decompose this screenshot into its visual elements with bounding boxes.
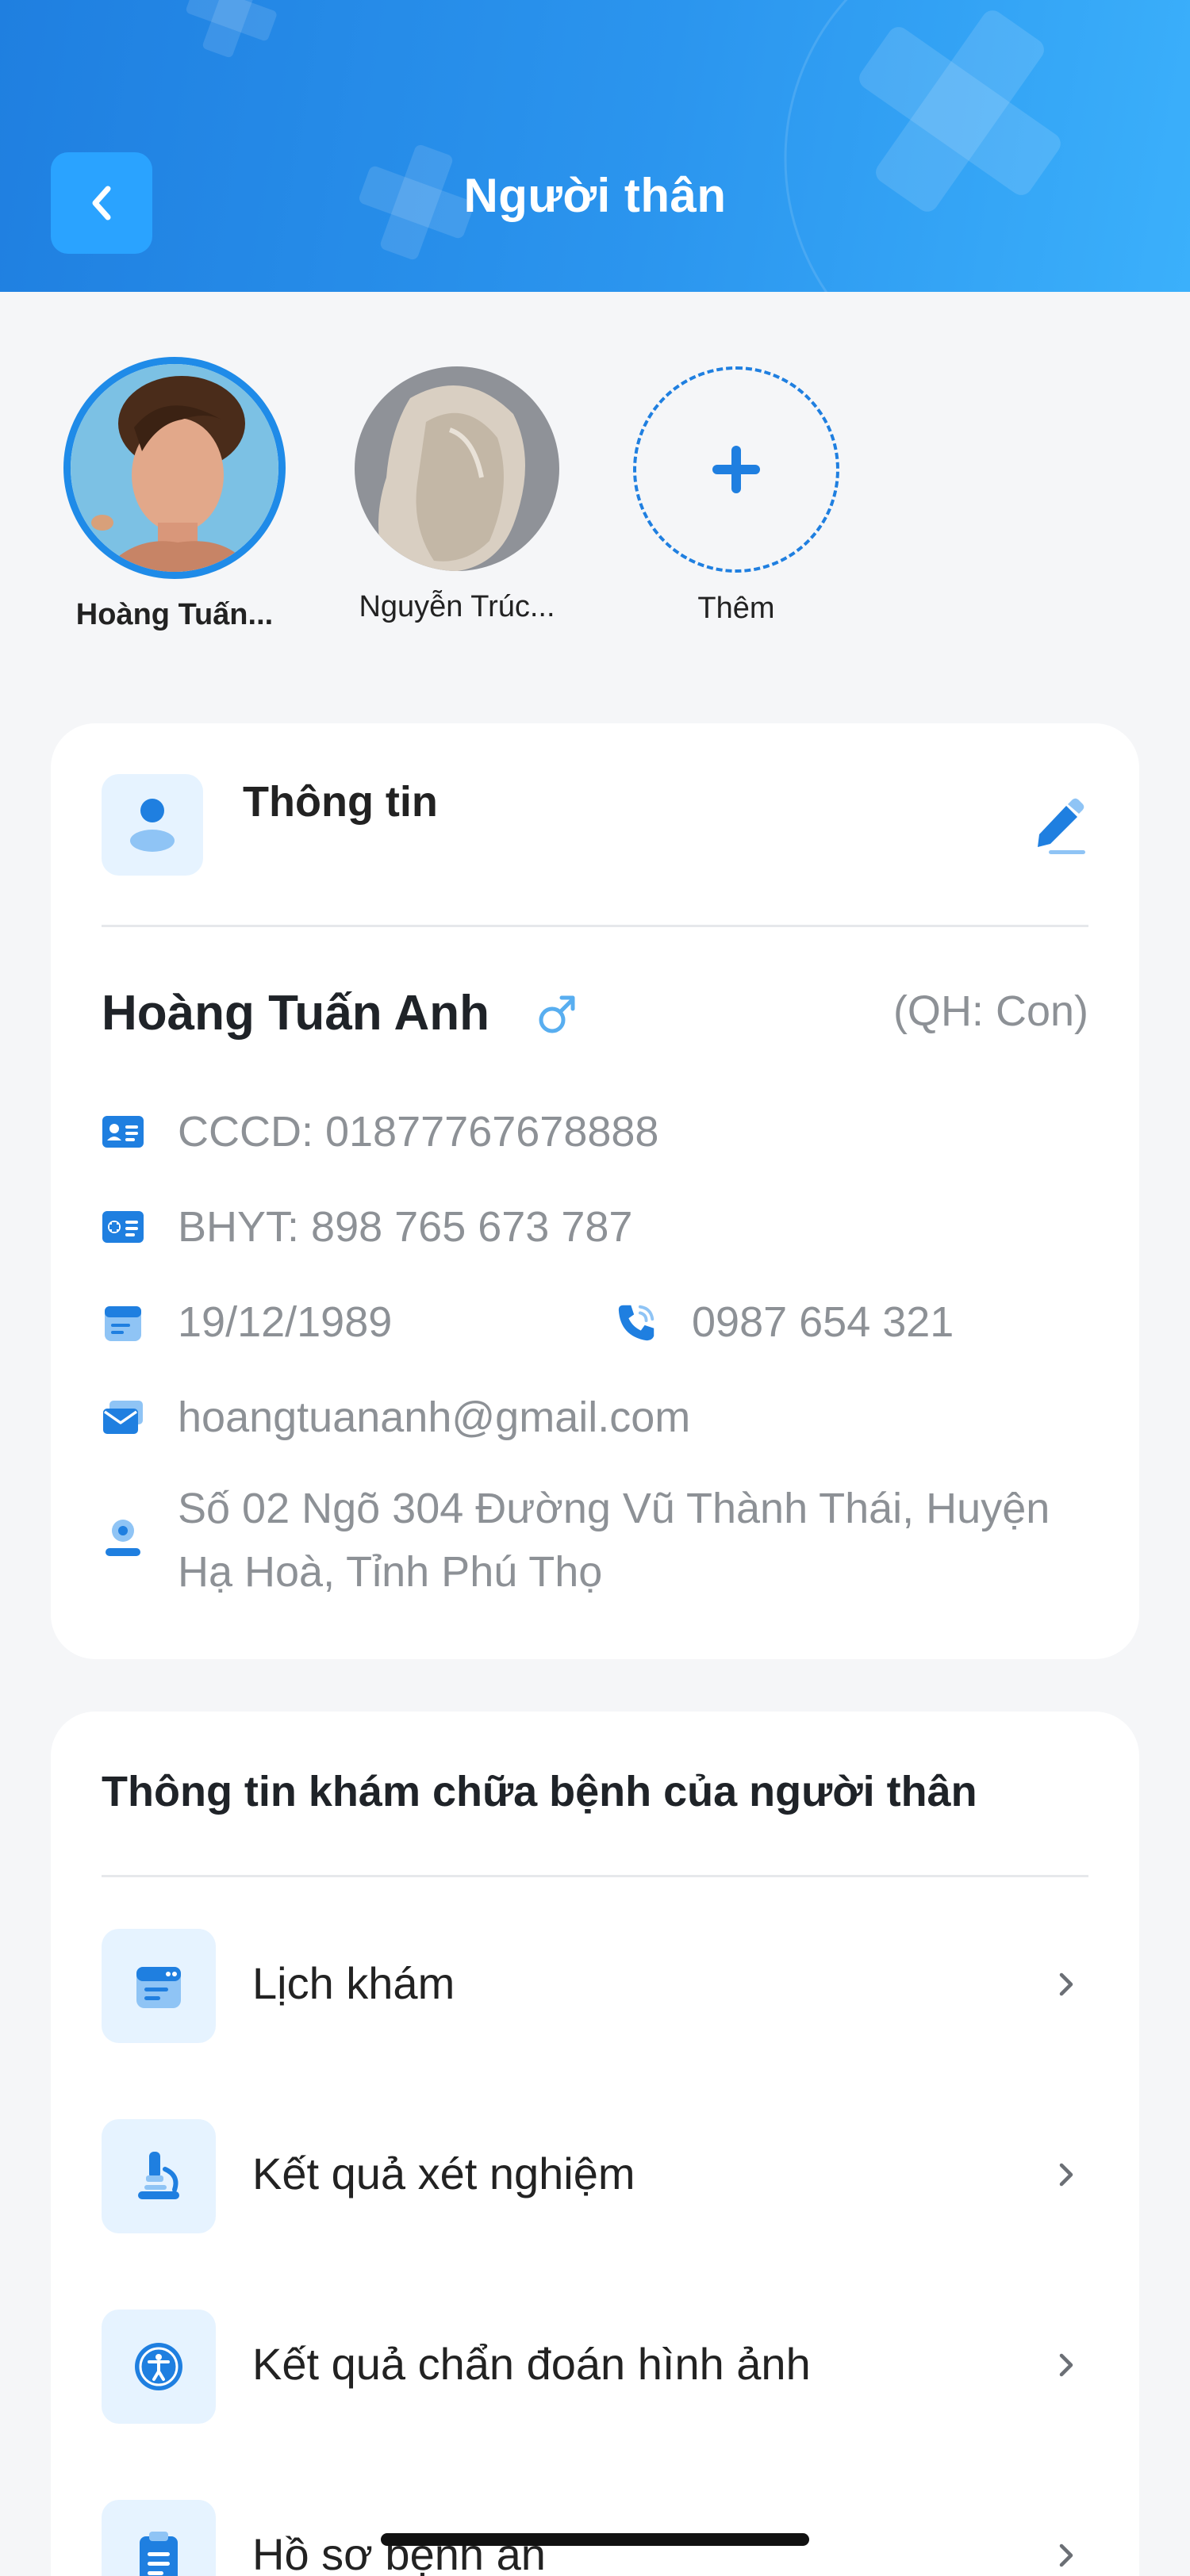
- menu-item-label: Kết quả chẩn đoán hình ảnh: [252, 2339, 811, 2389]
- address-value: Số 02 Ngõ 304 Đường Vũ Thành Thái, Huyện…: [178, 1485, 1050, 1596]
- relative-full-name: Hoàng Tuấn Anh: [102, 986, 490, 1041]
- medical-section-title: Thông tin khám chữa bệnh của người thân: [102, 1768, 977, 1815]
- plus-icon: [712, 446, 760, 493]
- divider: [102, 925, 1088, 927]
- relationship-label: (QH: Con): [892, 987, 1088, 1035]
- menu-item-label: Lịch khám: [252, 1958, 455, 2008]
- cccd-value: CCCD: 01877767678888: [178, 1108, 659, 1156]
- chevron-right-icon: [1059, 1972, 1073, 1996]
- medical-cross-decoration-top: [186, 0, 277, 58]
- relatives-selector: Hoàng Tuấn... Nguyễn Trúc... Thêm: [0, 349, 1190, 666]
- page-title: Người thân: [463, 169, 727, 222]
- relative-info-card: Thông tin Hoàng Tuấn Anh (QH: Con) CCCD:…: [51, 723, 1139, 1659]
- relative-name: Hoàng Tuấn...: [75, 598, 274, 631]
- add-relative-button[interactable]: Thêm: [609, 349, 863, 626]
- add-avatar-placeholder: [633, 366, 839, 573]
- calendar-icon: [102, 1301, 144, 1344]
- menu-item-label: Kết quả xét nghiệm: [252, 2149, 635, 2198]
- add-relative-label: Thêm: [697, 592, 775, 625]
- clipboard-icon: [140, 2532, 178, 2576]
- relative-item-2[interactable]: Nguyễn Trúc...: [330, 349, 584, 624]
- chevron-right-icon: [1059, 2163, 1073, 2187]
- header-ring-decoration: [784, 0, 848, 292]
- dob-value: 19/12/1989: [178, 1298, 393, 1346]
- avatar: [355, 366, 559, 571]
- menu-item-ket-qua-chan-doan-hinh-anh[interactable]: Kết quả chẩn đoán hình ảnh: [102, 2310, 1088, 2424]
- user-icon: [130, 799, 175, 852]
- email-value: hoangtuananh@gmail.com: [178, 1393, 691, 1441]
- insurance-card-icon: [102, 1206, 144, 1248]
- app-header: Người thân: [0, 0, 1190, 292]
- location-icon: [102, 1516, 144, 1559]
- medical-info-card: Thông tin khám chữa bệnh của người thân …: [51, 1712, 1139, 2576]
- person-photo: [71, 364, 278, 572]
- calendar-icon: [136, 1967, 181, 2008]
- icon-tile: [102, 2119, 216, 2233]
- mail-icon: [102, 1396, 144, 1439]
- icon-tile: [102, 1929, 216, 2043]
- accessibility-icon: [135, 2343, 182, 2390]
- male-icon: [536, 991, 578, 1040]
- phone-value: 0987 654 321: [692, 1298, 954, 1346]
- user-icon-tile: [102, 774, 203, 876]
- edit-button[interactable]: [1033, 795, 1088, 859]
- avatar: [63, 357, 286, 579]
- chevron-right-icon: [1059, 2353, 1073, 2377]
- menu-item-ket-qua-xet-nghiem[interactable]: Kết quả xét nghiệm: [102, 2119, 1088, 2233]
- info-section-title: Thông tin: [243, 778, 438, 826]
- divider: [102, 1875, 1088, 1877]
- phone-icon: [616, 1301, 658, 1344]
- bhyt-value: BHYT: 898 765 673 787: [178, 1203, 633, 1251]
- icon-tile: [102, 2310, 216, 2424]
- pencil-icon: [1038, 798, 1085, 854]
- microscope-icon: [138, 2152, 179, 2199]
- home-indicator: [381, 2533, 809, 2546]
- icon-tile: [102, 2500, 216, 2576]
- id-card-icon: [102, 1110, 144, 1153]
- relative-item-1[interactable]: Hoàng Tuấn...: [48, 349, 301, 632]
- person-photo: [355, 366, 559, 571]
- chevron-right-icon: [1059, 2543, 1073, 2567]
- menu-item-lich-kham[interactable]: Lịch khám: [102, 1929, 1088, 2043]
- relative-name: Nguyễn Trúc...: [359, 590, 555, 623]
